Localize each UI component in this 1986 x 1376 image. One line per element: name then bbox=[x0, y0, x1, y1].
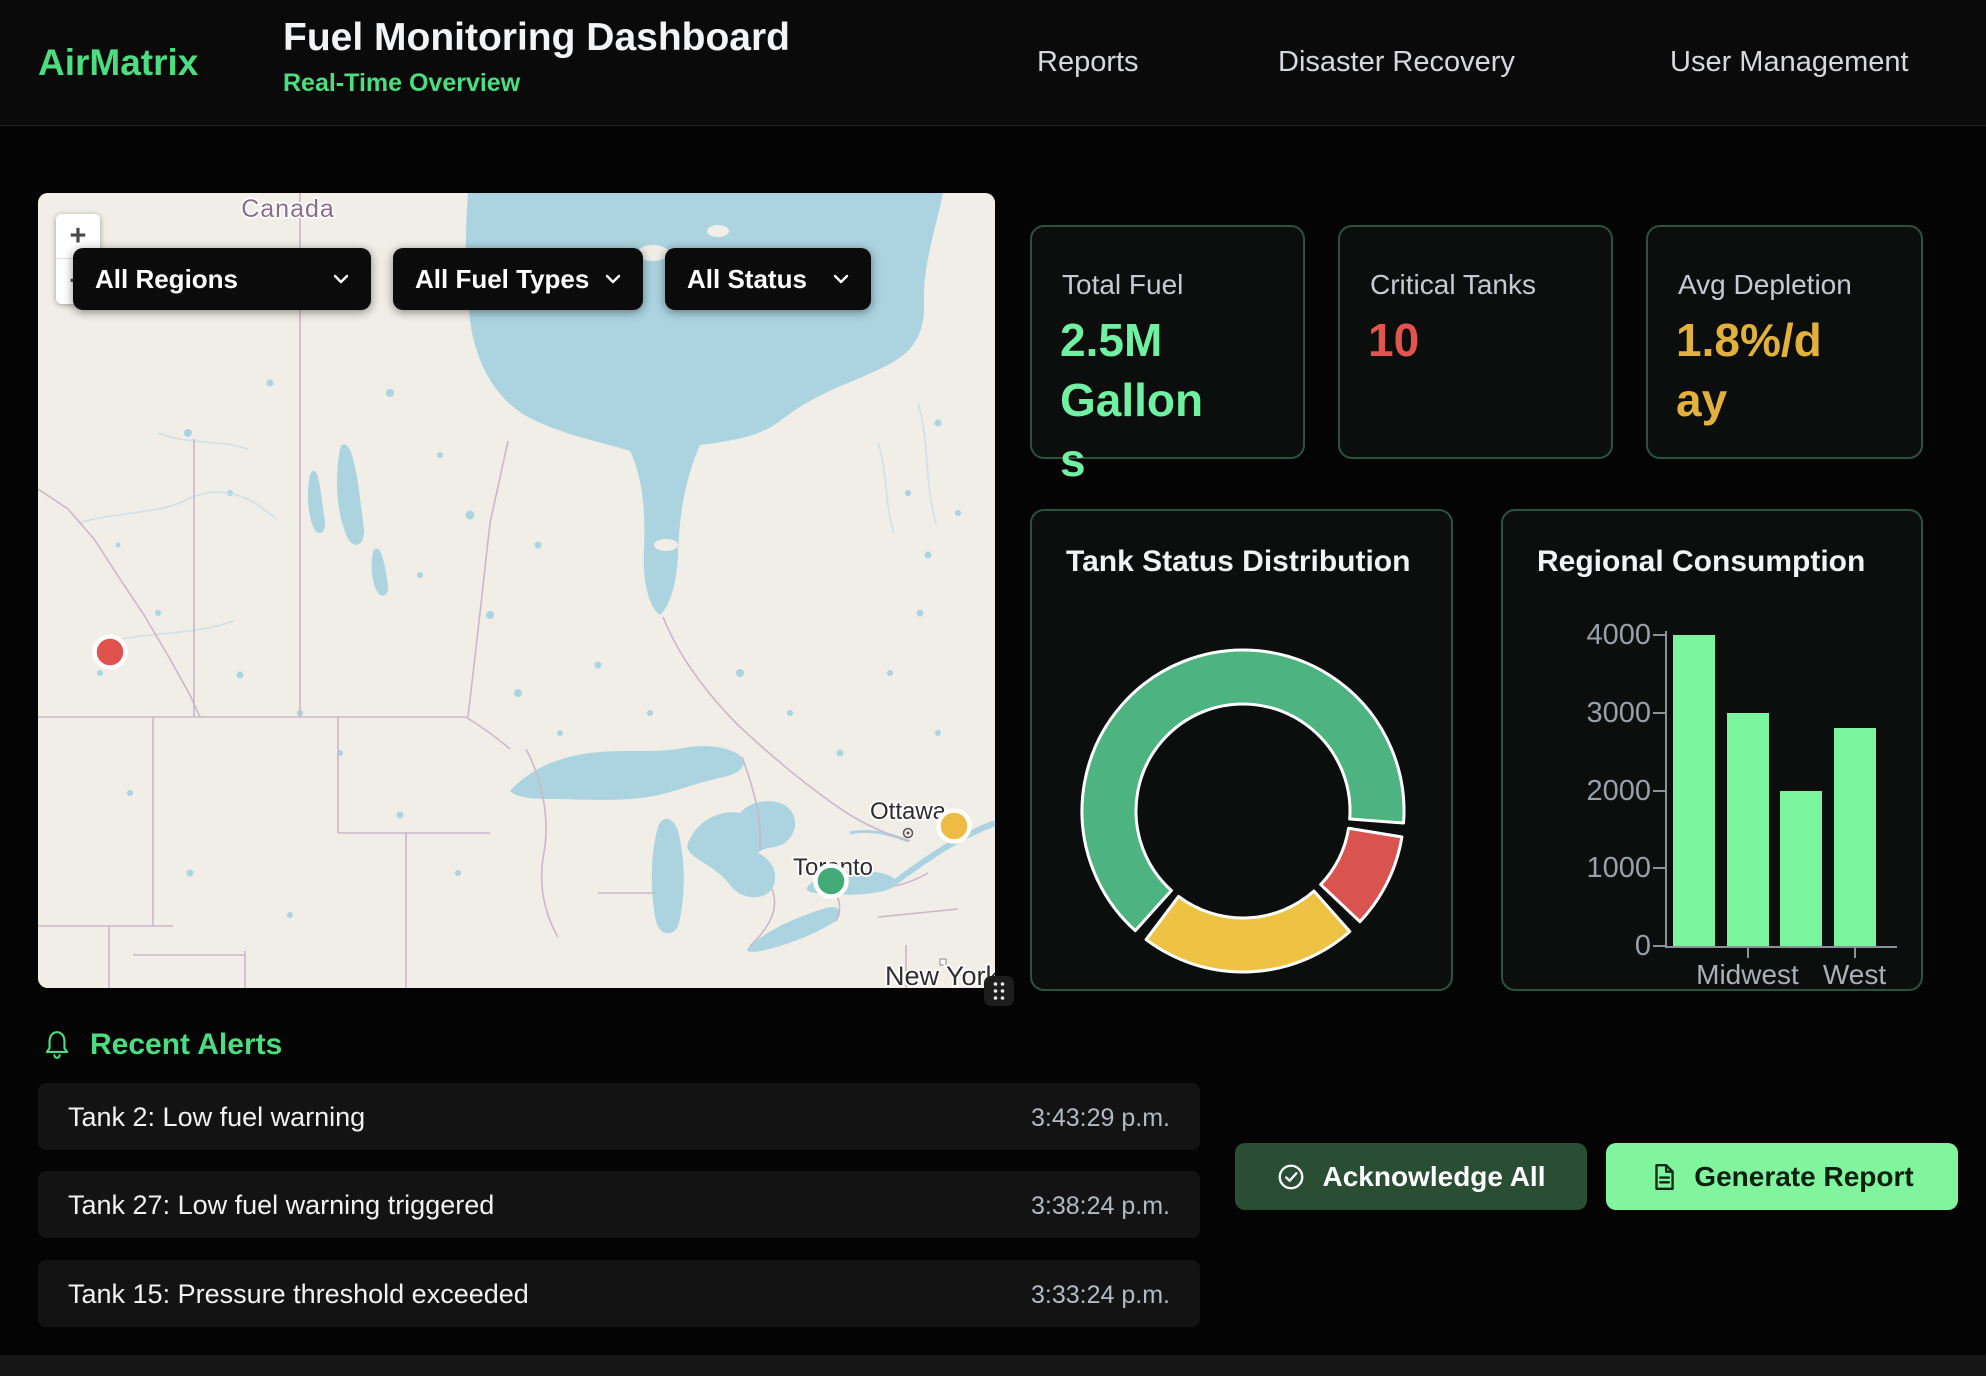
tank-status-donut-chart bbox=[1032, 511, 1453, 989]
x-axis-tick bbox=[1854, 948, 1856, 958]
header: AirMatrix Fuel Monitoring Dashboard Real… bbox=[0, 0, 1986, 126]
stat-label: Critical Tanks bbox=[1370, 269, 1536, 301]
region-filter-value: All Regions bbox=[95, 264, 238, 295]
y-axis-label: 0 bbox=[1581, 930, 1651, 963]
tank-status-card: Tank Status Distribution bbox=[1030, 509, 1453, 991]
donut-segment-critical[interactable] bbox=[1321, 828, 1402, 921]
region-filter-dropdown[interactable]: All Regions bbox=[73, 248, 371, 310]
map-filters: All Regions All Fuel Types All Status bbox=[73, 248, 871, 310]
y-axis-tick bbox=[1653, 945, 1665, 947]
map-panel[interactable]: Canada Ottawa Toronto New York + − All R… bbox=[38, 193, 995, 988]
regional-consumption-bar-chart: 01000200030004000MidwestWest bbox=[1503, 511, 1921, 989]
stat-card-total-fuel: Total Fuel 2.5M Gallons bbox=[1030, 225, 1305, 459]
status-filter-value: All Status bbox=[687, 264, 807, 295]
newyork-label: New York bbox=[885, 961, 995, 988]
alert-time: 3:38:24 p.m. bbox=[1031, 1192, 1170, 1221]
regional-consumption-card: Regional Consumption 01000200030004000Mi… bbox=[1501, 509, 1923, 991]
document-icon bbox=[1650, 1162, 1678, 1192]
y-axis-label: 4000 bbox=[1581, 619, 1651, 652]
title-block: Fuel Monitoring Dashboard Real-Time Over… bbox=[283, 16, 790, 98]
drag-handle-icon[interactable] bbox=[984, 976, 1014, 1006]
chevron-down-icon bbox=[333, 274, 349, 284]
brand-logo[interactable]: AirMatrix bbox=[38, 42, 198, 84]
chevron-down-icon bbox=[605, 274, 621, 284]
stat-value: 1.8%/day bbox=[1676, 311, 1844, 431]
tank-marker-critical[interactable] bbox=[95, 637, 126, 668]
alert-text: Tank 15: Pressure threshold exceeded bbox=[68, 1279, 529, 1310]
nav-user-management[interactable]: User Management bbox=[1670, 46, 1909, 79]
stat-card-critical-tanks: Critical Tanks 10 bbox=[1338, 225, 1613, 459]
bar-region-3[interactable] bbox=[1780, 791, 1822, 947]
recent-alerts-header: Recent Alerts bbox=[42, 1022, 282, 1068]
x-axis-label: West bbox=[1785, 959, 1924, 991]
alert-time: 3:43:29 p.m. bbox=[1031, 1104, 1170, 1133]
x-axis-tick bbox=[1747, 948, 1749, 958]
y-axis-label: 1000 bbox=[1581, 852, 1651, 885]
generate-report-button[interactable]: Generate Report bbox=[1606, 1143, 1958, 1210]
tank-marker-normal[interactable] bbox=[816, 866, 847, 897]
chevron-down-icon bbox=[833, 274, 849, 284]
alert-row[interactable]: Tank 2: Low fuel warning 3:43:29 p.m. bbox=[38, 1083, 1200, 1150]
acknowledge-all-button[interactable]: Acknowledge All bbox=[1235, 1143, 1587, 1210]
alert-row[interactable]: Tank 15: Pressure threshold exceeded 3:3… bbox=[38, 1260, 1200, 1327]
alert-text: Tank 2: Low fuel warning bbox=[68, 1102, 365, 1133]
alert-row[interactable]: Tank 27: Low fuel warning triggered 3:38… bbox=[38, 1171, 1200, 1238]
stat-card-avg-depletion: Avg Depletion 1.8%/day bbox=[1646, 225, 1923, 459]
y-axis-tick bbox=[1653, 634, 1665, 636]
x-axis-line bbox=[1665, 946, 1897, 948]
y-axis-tick bbox=[1653, 867, 1665, 869]
stat-value: 10 bbox=[1368, 311, 1536, 371]
generate-report-label: Generate Report bbox=[1694, 1161, 1913, 1193]
bar-Midwest[interactable] bbox=[1727, 713, 1769, 946]
nav-reports[interactable]: Reports bbox=[1037, 46, 1139, 79]
acknowledge-all-label: Acknowledge All bbox=[1322, 1161, 1545, 1193]
bar-West[interactable] bbox=[1834, 728, 1876, 946]
y-axis-label: 3000 bbox=[1581, 697, 1651, 730]
canada-label: Canada bbox=[241, 195, 335, 223]
bottom-strip bbox=[0, 1355, 1986, 1376]
bell-icon bbox=[42, 1029, 72, 1061]
y-axis-tick bbox=[1653, 790, 1665, 792]
stat-label: Total Fuel bbox=[1062, 269, 1183, 301]
app-root: AirMatrix Fuel Monitoring Dashboard Real… bbox=[0, 0, 1986, 1376]
fuel-type-filter-dropdown[interactable]: All Fuel Types bbox=[393, 248, 643, 310]
bar-region-1[interactable] bbox=[1673, 635, 1715, 946]
check-circle-icon bbox=[1276, 1162, 1306, 1192]
fuel-type-filter-value: All Fuel Types bbox=[415, 264, 589, 295]
y-axis-tick bbox=[1653, 712, 1665, 714]
nav-disaster-recovery[interactable]: Disaster Recovery bbox=[1278, 46, 1515, 79]
stat-label: Avg Depletion bbox=[1678, 269, 1852, 301]
page-title: Fuel Monitoring Dashboard bbox=[283, 16, 790, 60]
status-filter-dropdown[interactable]: All Status bbox=[665, 248, 871, 310]
alert-time: 3:33:24 p.m. bbox=[1031, 1281, 1170, 1310]
map-canvas[interactable]: Canada Ottawa Toronto New York bbox=[38, 193, 995, 988]
stat-value: 2.5M Gallons bbox=[1060, 311, 1228, 490]
y-axis-label: 2000 bbox=[1581, 775, 1651, 808]
tank-marker-warning[interactable] bbox=[939, 811, 970, 842]
y-axis-line bbox=[1665, 631, 1667, 948]
recent-alerts-title: Recent Alerts bbox=[90, 1028, 282, 1062]
alert-text: Tank 27: Low fuel warning triggered bbox=[68, 1190, 494, 1221]
page-subtitle: Real-Time Overview bbox=[283, 69, 790, 98]
donut-segment-warning[interactable] bbox=[1146, 891, 1350, 972]
ottawa-label: Ottawa bbox=[870, 798, 947, 825]
